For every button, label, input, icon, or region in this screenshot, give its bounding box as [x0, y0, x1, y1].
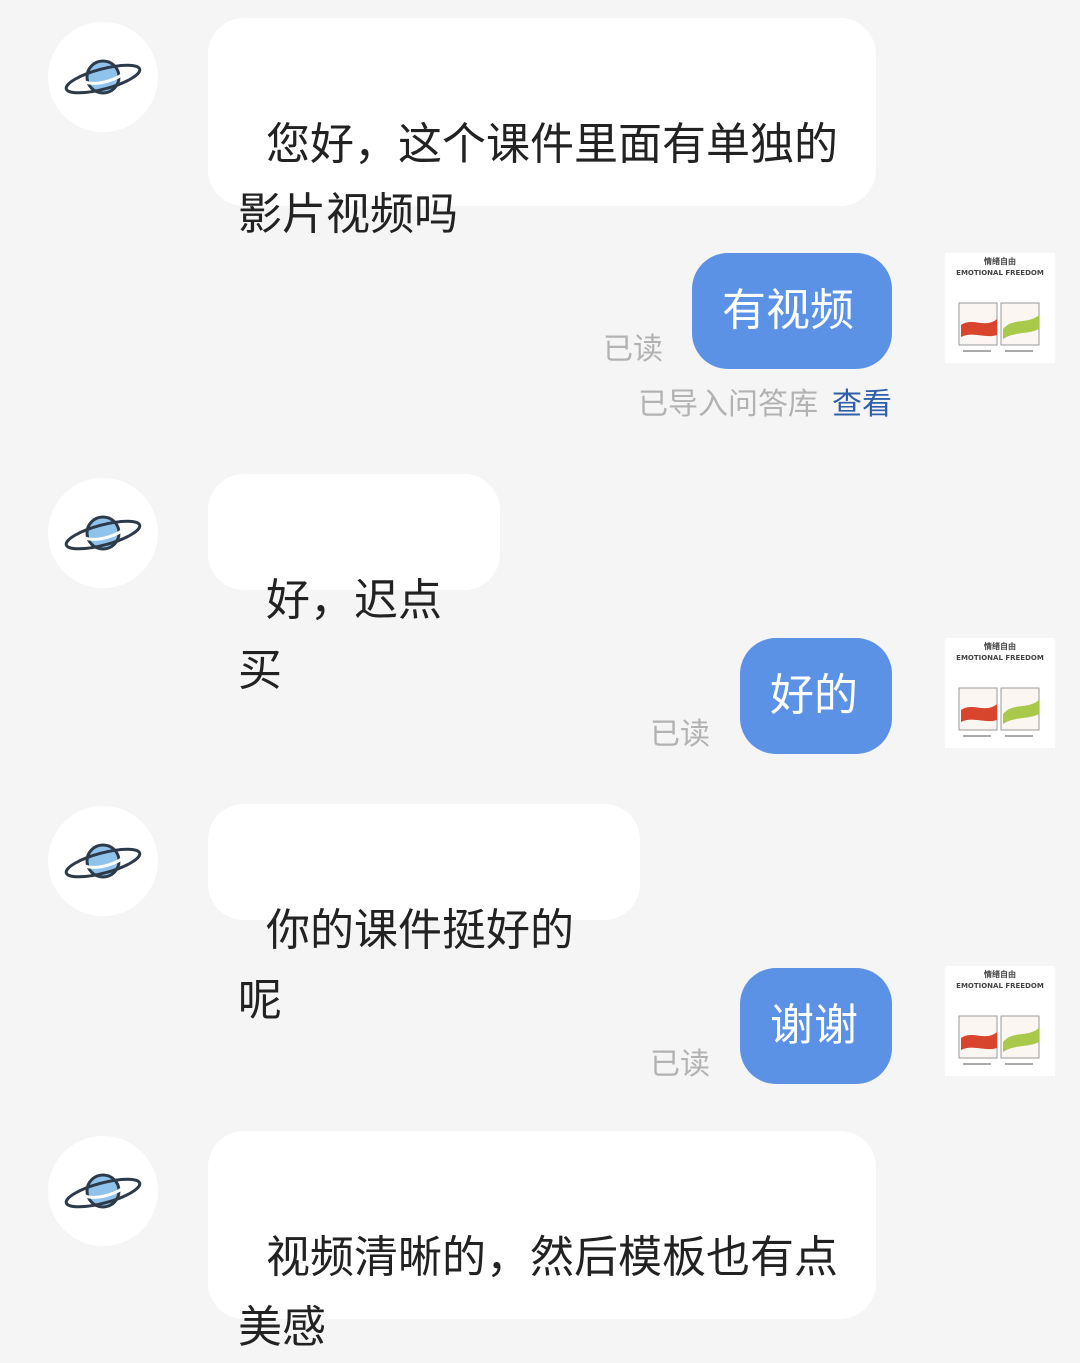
contact-avatar[interactable]	[48, 806, 158, 916]
read-status: 已读	[650, 1047, 710, 1082]
contact-avatar[interactable]	[48, 478, 158, 588]
avatar-logo-subtitle: EMOTIONAL FREEDOM	[956, 269, 1044, 277]
self-avatar[interactable]: 情绪自由 EMOTIONAL FREEDOM	[945, 253, 1055, 363]
message-text: 你的课件挺好的呢	[238, 905, 574, 1026]
planet-icon	[64, 843, 142, 879]
avatar-logo-subtitle: EMOTIONAL FREEDOM	[956, 982, 1044, 990]
avatar-illustration-icon	[958, 1015, 1040, 1065]
view-link[interactable]: 查看	[832, 387, 892, 422]
avatar-logo-title: 情绪自由	[984, 970, 1016, 979]
message-text: 好，迟点买	[238, 575, 442, 696]
planet-icon	[64, 1173, 142, 1209]
message-text: 有视频	[722, 285, 854, 336]
planet-icon	[64, 59, 142, 95]
avatar-logo-subtitle: EMOTIONAL FREEDOM	[956, 654, 1044, 662]
self-avatar[interactable]: 情绪自由 EMOTIONAL FREEDOM	[945, 638, 1055, 748]
message-bubble-outgoing[interactable]: 有视频	[692, 253, 892, 369]
avatar-logo-title: 情绪自由	[984, 257, 1016, 266]
message-text: 您好，这个课件里面有单独的 影片视频吗	[238, 119, 838, 240]
read-status: 已读	[603, 332, 663, 367]
avatar-illustration-icon	[958, 687, 1040, 737]
avatar-logo-title: 情绪自由	[984, 642, 1016, 651]
avatar-illustration-icon	[958, 302, 1040, 352]
message-bubble-incoming[interactable]: 您好，这个课件里面有单独的 影片视频吗	[208, 18, 876, 240]
message-text: 好的	[770, 670, 858, 721]
contact-avatar[interactable]	[48, 1136, 158, 1246]
message-bubble-incoming[interactable]: 视频清晰的，然后模板也有点 美感	[208, 1131, 876, 1353]
message-bubble-incoming[interactable]: 你的课件挺好的呢	[208, 804, 640, 1026]
planet-icon	[64, 515, 142, 551]
message-text: 谢谢	[770, 1000, 858, 1051]
self-avatar[interactable]: 情绪自由 EMOTIONAL FREEDOM	[945, 966, 1055, 1076]
contact-avatar[interactable]	[48, 22, 158, 132]
message-bubble-outgoing[interactable]: 好的	[740, 638, 892, 754]
read-status: 已读	[650, 717, 710, 752]
imported-notice: 已导入问答库 查看	[638, 385, 892, 425]
message-bubble-incoming[interactable]: 好，迟点买	[208, 474, 500, 696]
imported-label: 已导入问答库	[638, 387, 818, 422]
message-text: 视频清晰的，然后模板也有点 美感	[238, 1232, 838, 1353]
message-bubble-outgoing[interactable]: 谢谢	[740, 968, 892, 1084]
